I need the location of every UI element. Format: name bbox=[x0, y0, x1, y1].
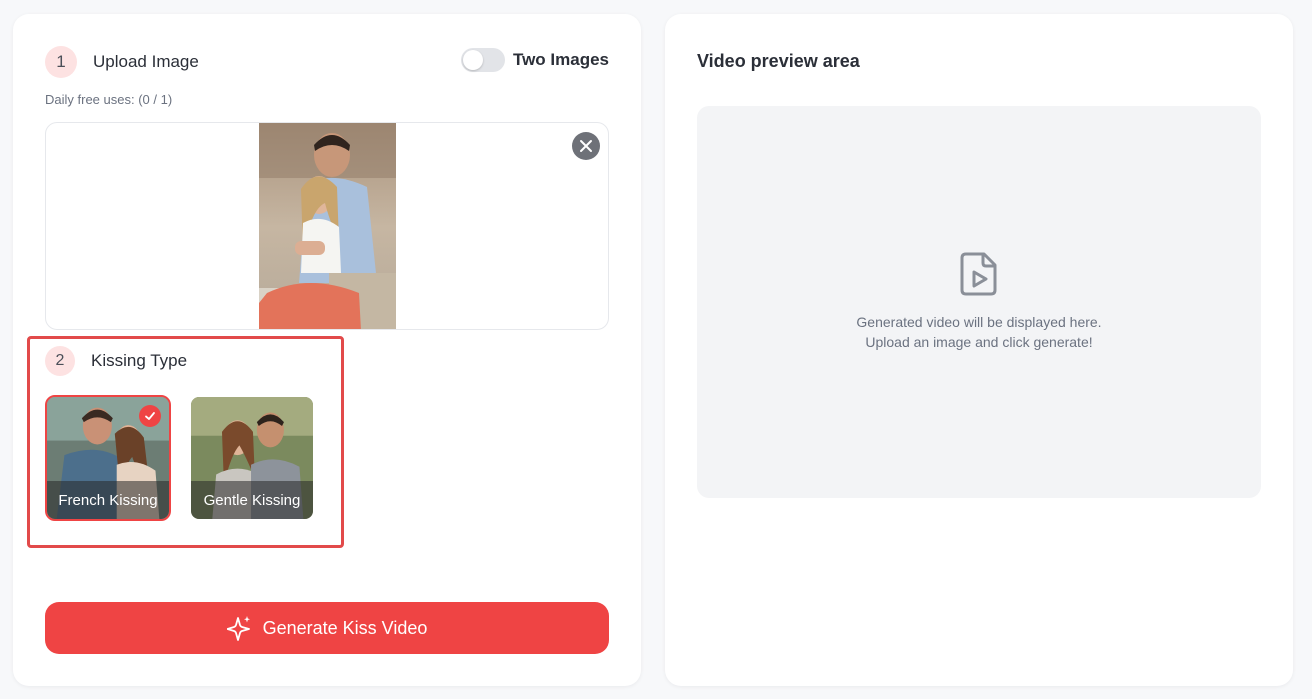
upload-dropzone[interactable] bbox=[45, 122, 609, 330]
step-number-badge: 2 bbox=[45, 346, 75, 376]
option-gentle-kissing[interactable]: Gentle Kissing bbox=[189, 395, 315, 521]
step-number-badge: 1 bbox=[45, 46, 77, 78]
generate-kiss-video-button[interactable]: Generate Kiss Video bbox=[45, 602, 609, 654]
sparkle-icon bbox=[226, 615, 253, 641]
toggle-knob bbox=[462, 50, 483, 70]
two-images-toggle[interactable] bbox=[460, 48, 505, 72]
kissing-type-options: French Kissing Gentle Kissing bbox=[45, 395, 315, 521]
kissing-step-header: 2 Kissing Type bbox=[45, 346, 187, 376]
selected-check-badge bbox=[139, 405, 161, 427]
preview-placeholder-line2: Upload an image and click generate! bbox=[865, 334, 1093, 350]
daily-free-uses: Daily free uses: (0 / 1) bbox=[45, 92, 173, 107]
generate-button-label: Generate Kiss Video bbox=[262, 617, 428, 638]
video-preview-area: Generated video will be displayed here. … bbox=[697, 106, 1261, 498]
option-french-kissing[interactable]: French Kissing bbox=[45, 395, 171, 521]
upload-step-title: Upload Image bbox=[93, 52, 199, 71]
video-file-icon bbox=[960, 252, 998, 296]
two-images-label[interactable]: Two Images bbox=[513, 50, 609, 70]
option-label: Gentle Kissing bbox=[191, 481, 313, 519]
two-images-toggle-wrap[interactable]: Two Images bbox=[460, 48, 609, 72]
upload-step-header: 1 Upload Image bbox=[45, 46, 199, 78]
uploaded-photo bbox=[259, 123, 396, 329]
preview-panel: Video preview area Generated video will … bbox=[665, 14, 1293, 686]
close-icon bbox=[580, 140, 592, 152]
remove-image-button[interactable] bbox=[572, 132, 600, 160]
upload-panel: 1 Upload Image Two Images Daily free use… bbox=[13, 14, 641, 686]
kissing-step-title: Kissing Type bbox=[91, 351, 188, 370]
option-label: French Kissing bbox=[47, 481, 169, 519]
preview-placeholder-line1: Generated video will be displayed here. bbox=[856, 314, 1102, 330]
preview-title: Video preview area bbox=[697, 51, 860, 71]
check-icon bbox=[145, 412, 155, 420]
